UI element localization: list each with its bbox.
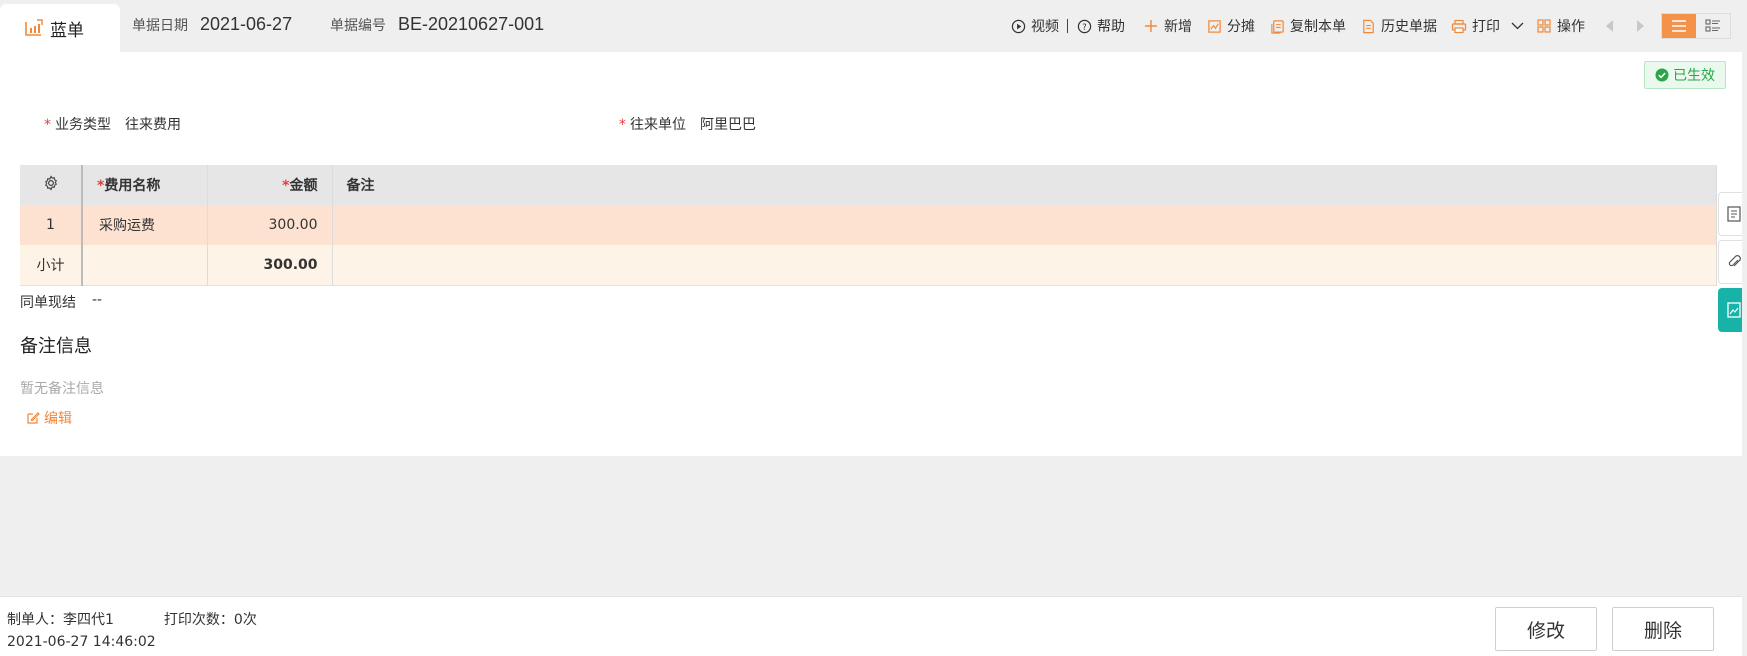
grid-icon [1536,18,1552,34]
add-label: 新增 [1164,19,1192,35]
bill-number: 单据编号 BE-20210627-001 [330,14,544,35]
edit-label: 编辑 [44,411,72,427]
tab-label: 蓝单 [50,20,84,41]
gear-icon [44,175,57,191]
footer: 制单人：李四代1 打印次数：0次 2021-06-27 14:46:02 修改 … [0,596,1742,656]
side-tabs [1718,192,1742,336]
detail-list-icon [1705,19,1720,32]
business-type-label: 业务类型 [55,117,111,133]
edit-remarks-link[interactable]: 编辑 [26,408,72,428]
creator-text: 制单人：李四代1 [7,612,114,628]
bill-number-value: BE-20210627-001 [398,14,545,34]
modify-button[interactable]: 修改 [1495,607,1597,651]
footer-info: 制单人：李四代1 打印次数：0次 2021-06-27 14:46:02 [7,609,257,653]
split-button[interactable]: 分摊 [1206,16,1255,36]
required-mark: * [619,117,626,133]
row-note[interactable] [332,205,1717,245]
video-label: 视频 [1031,19,1059,35]
list-icon [1672,20,1686,32]
copy-icon [1269,18,1285,34]
row-amount[interactable]: 300.00 [207,205,333,245]
subtotal-empty [82,245,208,286]
table-header-row: *费用名称 *金额 备注 [20,165,1717,205]
side-tab-image[interactable] [1718,288,1742,332]
partner-label: 往来单位 [630,117,686,133]
business-type-field: * 业务类型 往来费用 [44,114,181,134]
print-dropdown-chevron-icon[interactable] [1510,19,1524,33]
chart-icon [24,18,44,38]
partner-label-wrap: * 往来单位 [619,114,686,134]
next-arrow-icon[interactable] [1633,19,1647,33]
operate-label: 操作 [1557,19,1585,35]
header-amount: *金额 [207,165,333,205]
plus-icon [1143,18,1159,34]
subtotal-row: 小计 300.00 [20,245,1717,286]
history-button[interactable]: 历史单据 [1360,16,1437,36]
copy-label: 复制本单 [1290,19,1346,35]
prev-arrow-icon[interactable] [1603,19,1617,33]
document-icon [1360,18,1376,34]
bill-date-label: 单据日期 [132,18,188,34]
subtotal-note [332,245,1717,286]
document-icon [1727,206,1741,222]
required-mark: * [44,117,51,133]
status-label: 已生效 [1673,68,1715,84]
business-type-value[interactable]: 往来费用 [125,114,181,134]
history-label: 历史单据 [1381,19,1437,35]
split-icon [1206,18,1222,34]
header-expense-name: *费用名称 [82,165,208,205]
row-expense-name[interactable]: 采购运费 [82,205,208,245]
play-circle-icon [1010,18,1026,34]
same-bill-settlement: 同单现结 -- [20,292,102,312]
settlement-label: 同单现结 [20,295,76,311]
bill-number-label: 单据编号 [330,18,386,34]
tab-blue-bill[interactable]: 蓝单 [0,4,120,52]
column-settings-cell[interactable] [20,165,83,205]
toolbar: 视频 ? 帮助 新增 分摊 复制本单 历史单据 打印 操作 [1010,12,1747,40]
svg-text:?: ? [1082,21,1086,31]
bill-date: 单据日期 2021-06-27 [132,14,292,35]
status-badge: 已生效 [1644,61,1726,89]
subtotal-amount: 300.00 [207,245,333,286]
operate-button[interactable]: 操作 [1536,16,1585,36]
delete-button[interactable]: 删除 [1612,607,1714,651]
view-toggle [1661,13,1731,39]
printer-icon [1451,18,1467,34]
edit-icon [27,412,40,424]
business-type-label-wrap: * 业务类型 [44,114,111,134]
help-label: 帮助 [1097,19,1125,35]
table-row[interactable]: 1 采购运费 300.00 [20,205,1717,245]
help-button[interactable]: ? 帮助 [1076,16,1125,36]
side-tab-document[interactable] [1718,192,1742,236]
timestamp-text: 2021-06-27 14:46:02 [7,634,156,650]
settlement-value: -- [92,292,103,308]
print-label: 打印 [1472,19,1500,35]
list-view-button[interactable] [1662,14,1696,38]
paperclip-icon [1728,255,1741,267]
header-note: 备注 [332,165,1717,205]
remarks-empty-text: 暂无备注信息 [20,381,104,397]
detail-view-button[interactable] [1696,14,1730,38]
side-tab-attachment[interactable] [1718,240,1742,284]
check-circle-icon [1655,68,1669,82]
main-panel: 已生效 * 业务类型 往来费用 * 往来单位 阿里巴巴 *费用名称 *金额 备注 1… [0,52,1742,456]
video-button[interactable]: 视频 [1010,16,1059,36]
copy-button[interactable]: 复制本单 [1269,16,1346,36]
expense-table: *费用名称 *金额 备注 1 采购运费 300.00 小计 300.00 [20,165,1717,286]
split-label: 分摊 [1227,19,1255,35]
remarks-title: 备注信息 [20,336,92,357]
subtotal-label: 小计 [20,245,83,286]
bill-date-value: 2021-06-27 [200,14,293,34]
top-bar: 蓝单 单据日期 2021-06-27 单据编号 BE-20210627-001 … [0,0,1747,52]
print-button[interactable]: 打印 [1451,16,1500,36]
row-index: 1 [20,205,83,245]
add-button[interactable]: 新增 [1143,16,1192,36]
help-circle-icon: ? [1076,18,1092,34]
toolbar-divider [1067,19,1068,33]
image-icon [1727,302,1741,318]
print-count-text: 打印次数：0次 [163,612,257,628]
partner-field: * 往来单位 阿里巴巴 [619,114,756,134]
partner-value[interactable]: 阿里巴巴 [700,114,756,134]
